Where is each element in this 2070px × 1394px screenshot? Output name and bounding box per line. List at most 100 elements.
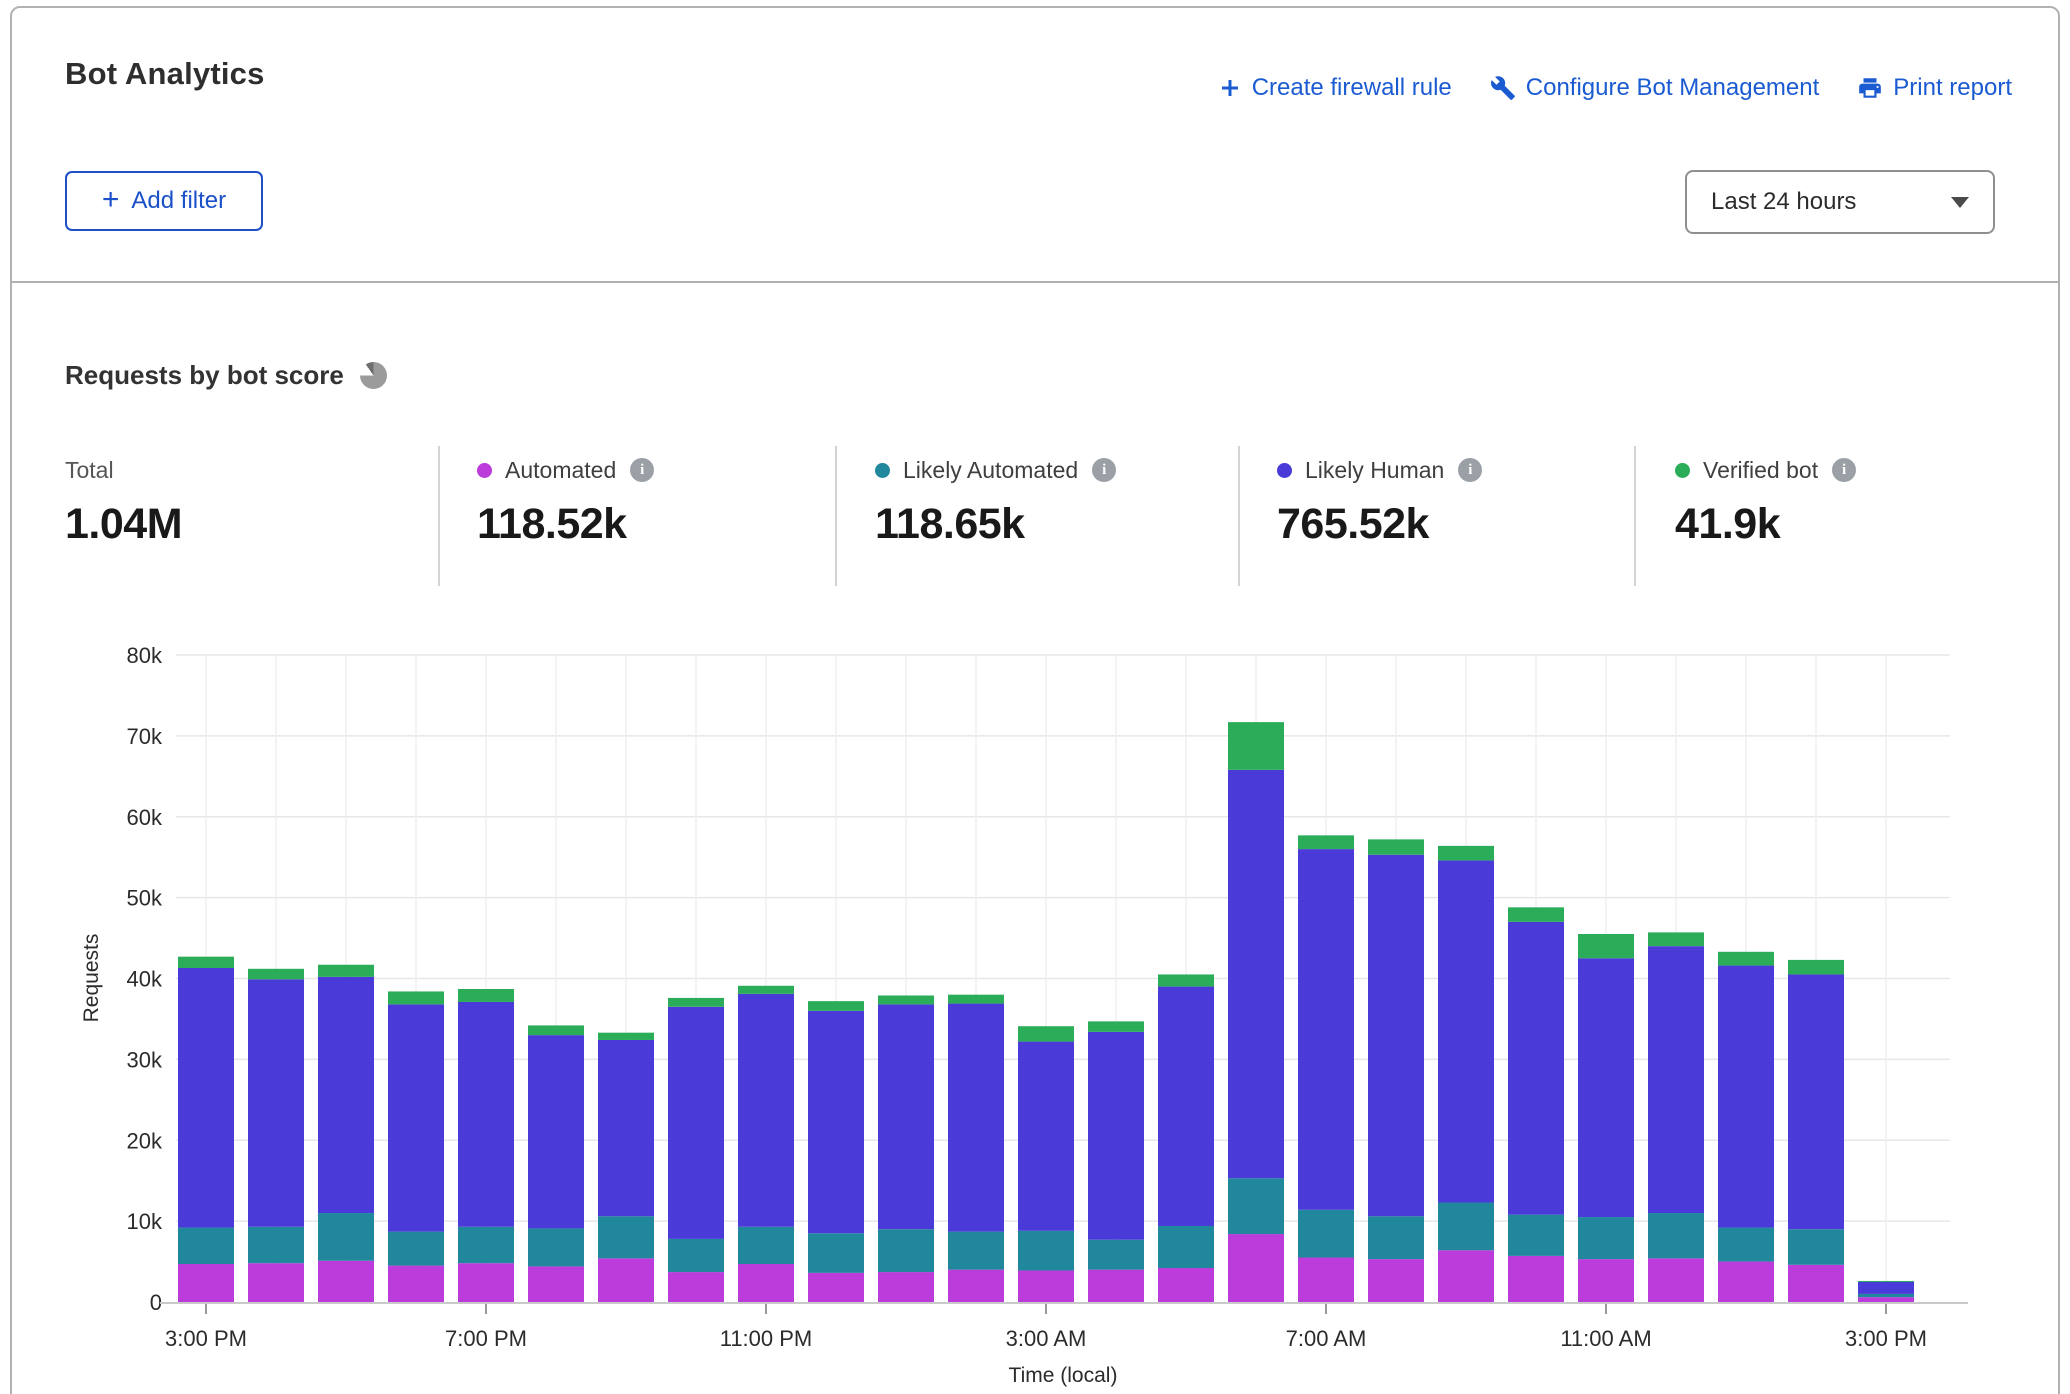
bar-segment-automated[interactable] [738,1264,794,1302]
bar-segment-likely-human[interactable] [668,1007,724,1239]
bar-segment-likely-human[interactable] [948,1004,1004,1232]
bar-segment-automated[interactable] [668,1272,724,1302]
bar-segment-verified-bot[interactable] [528,1025,584,1035]
bar-segment-likely-human[interactable] [388,1004,444,1231]
bar-segment-verified-bot[interactable] [948,995,1004,1004]
bar-segment-likely-human[interactable] [878,1004,934,1229]
bar-segment-likely-automated[interactable] [948,1232,1004,1270]
bar-segment-automated[interactable] [1788,1265,1844,1302]
bar-segment-likely-human[interactable] [808,1011,864,1233]
info-icon[interactable]: i [1832,458,1856,482]
bar-segment-likely-automated[interactable] [1158,1226,1214,1268]
bar-segment-likely-automated[interactable] [1088,1240,1144,1270]
bar-segment-verified-bot[interactable] [248,969,304,980]
bar-segment-verified-bot[interactable] [1228,722,1284,770]
bar-segment-likely-human[interactable] [1578,958,1634,1217]
bar-segment-automated[interactable] [1578,1259,1634,1302]
bar-segment-automated[interactable] [598,1258,654,1302]
bar-segment-verified-bot[interactable] [878,995,934,1004]
bar-segment-automated[interactable] [1858,1297,1914,1302]
bar-segment-likely-automated[interactable] [318,1213,374,1261]
bar-segment-likely-human[interactable] [598,1040,654,1216]
bar-segment-automated[interactable] [1088,1270,1144,1302]
bar-segment-likely-automated[interactable] [1508,1215,1564,1256]
bar-segment-verified-bot[interactable] [1088,1021,1144,1032]
bar-segment-likely-human[interactable] [1298,849,1354,1210]
bar-segment-verified-bot[interactable] [598,1033,654,1040]
bar-segment-likely-automated[interactable] [878,1229,934,1272]
bar-segment-automated[interactable] [1718,1262,1774,1302]
add-filter-button[interactable]: + Add filter [65,171,263,231]
bar-segment-verified-bot[interactable] [668,998,724,1007]
bar-segment-likely-automated[interactable] [528,1228,584,1266]
bar-segment-verified-bot[interactable] [1648,932,1704,946]
bar-segment-automated[interactable] [528,1266,584,1302]
bar-segment-likely-automated[interactable] [1438,1203,1494,1251]
bar-segment-verified-bot[interactable] [458,989,514,1002]
bar-segment-likely-human[interactable] [1648,946,1704,1213]
bar-segment-likely-automated[interactable] [458,1227,514,1263]
bar-segment-likely-human[interactable] [1228,770,1284,1178]
bar-segment-likely-automated[interactable] [738,1227,794,1264]
bar-segment-likely-automated[interactable] [1228,1178,1284,1234]
bar-segment-verified-bot[interactable] [1578,934,1634,958]
bar-segment-likely-automated[interactable] [1368,1216,1424,1259]
bar-segment-likely-human[interactable] [1368,855,1424,1217]
bar-segment-likely-human[interactable] [1508,922,1564,1215]
bar-segment-automated[interactable] [388,1266,444,1302]
bar-segment-automated[interactable] [1648,1258,1704,1302]
bar-segment-likely-automated[interactable] [1648,1213,1704,1258]
bar-segment-verified-bot[interactable] [178,957,234,968]
bar-segment-verified-bot[interactable] [318,965,374,977]
bar-segment-likely-automated[interactable] [1858,1294,1914,1297]
bar-segment-verified-bot[interactable] [1508,907,1564,922]
bar-segment-automated[interactable] [1018,1270,1074,1302]
bar-segment-automated[interactable] [248,1263,304,1302]
bar-segment-automated[interactable] [1368,1259,1424,1302]
bar-segment-likely-automated[interactable] [1788,1229,1844,1265]
bar-segment-automated[interactable] [948,1270,1004,1302]
bar-segment-verified-bot[interactable] [1368,839,1424,854]
bar-segment-verified-bot[interactable] [1788,960,1844,975]
bar-segment-likely-human[interactable] [458,1002,514,1227]
bar-segment-likely-automated[interactable] [178,1228,234,1264]
create-firewall-rule-link[interactable]: Create firewall rule [1218,74,1452,102]
bar-segment-likely-human[interactable] [528,1035,584,1228]
bar-segment-likely-human[interactable] [178,968,234,1228]
bar-segment-verified-bot[interactable] [1018,1026,1074,1041]
bar-segment-likely-automated[interactable] [808,1233,864,1273]
bar-segment-likely-human[interactable] [1788,974,1844,1229]
bar-segment-likely-human[interactable] [1718,966,1774,1228]
time-range-select[interactable]: Last 24 hours [1685,170,1995,234]
bar-segment-likely-human[interactable] [1438,860,1494,1202]
bar-segment-likely-automated[interactable] [598,1216,654,1258]
bar-segment-likely-automated[interactable] [1298,1210,1354,1258]
bar-segment-likely-automated[interactable] [1578,1217,1634,1259]
bar-segment-likely-human[interactable] [318,977,374,1213]
bar-segment-likely-human[interactable] [738,994,794,1227]
bar-segment-likely-human[interactable] [1088,1032,1144,1240]
bar-segment-likely-human[interactable] [1018,1042,1074,1231]
bar-segment-verified-bot[interactable] [1158,974,1214,986]
bar-segment-likely-human[interactable] [248,979,304,1226]
configure-bot-management-link[interactable]: Configure Bot Management [1490,74,1820,102]
bar-segment-verified-bot[interactable] [1298,835,1354,849]
bar-segment-likely-automated[interactable] [668,1239,724,1272]
bar-segment-verified-bot[interactable] [808,1001,864,1011]
info-icon[interactable]: i [630,458,654,482]
bar-segment-likely-automated[interactable] [1018,1231,1074,1271]
info-icon[interactable]: i [1458,458,1482,482]
bar-segment-verified-bot[interactable] [388,991,444,1004]
bar-segment-verified-bot[interactable] [1858,1281,1914,1282]
bar-segment-automated[interactable] [1228,1234,1284,1302]
bar-segment-likely-human[interactable] [1158,987,1214,1226]
print-report-link[interactable]: Print report [1857,74,2012,102]
bar-segment-verified-bot[interactable] [738,986,794,994]
bar-segment-automated[interactable] [1298,1258,1354,1302]
bar-segment-verified-bot[interactable] [1718,952,1774,966]
bar-segment-likely-automated[interactable] [388,1232,444,1266]
bar-segment-automated[interactable] [1508,1256,1564,1302]
info-icon[interactable]: i [1092,458,1116,482]
bar-segment-verified-bot[interactable] [1438,846,1494,861]
bar-segment-automated[interactable] [458,1263,514,1302]
